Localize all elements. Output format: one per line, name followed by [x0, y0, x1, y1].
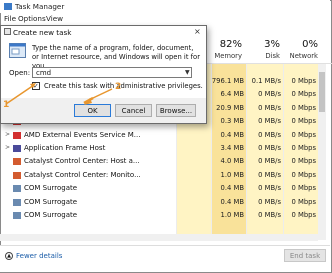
annotation-step-1: 1 [3, 100, 10, 110]
annotation-arrows [5, 83, 113, 105]
arrow-1 [5, 84, 35, 105]
annotation-step-2: 2 [115, 82, 122, 92]
arrow-2 [92, 88, 113, 99]
